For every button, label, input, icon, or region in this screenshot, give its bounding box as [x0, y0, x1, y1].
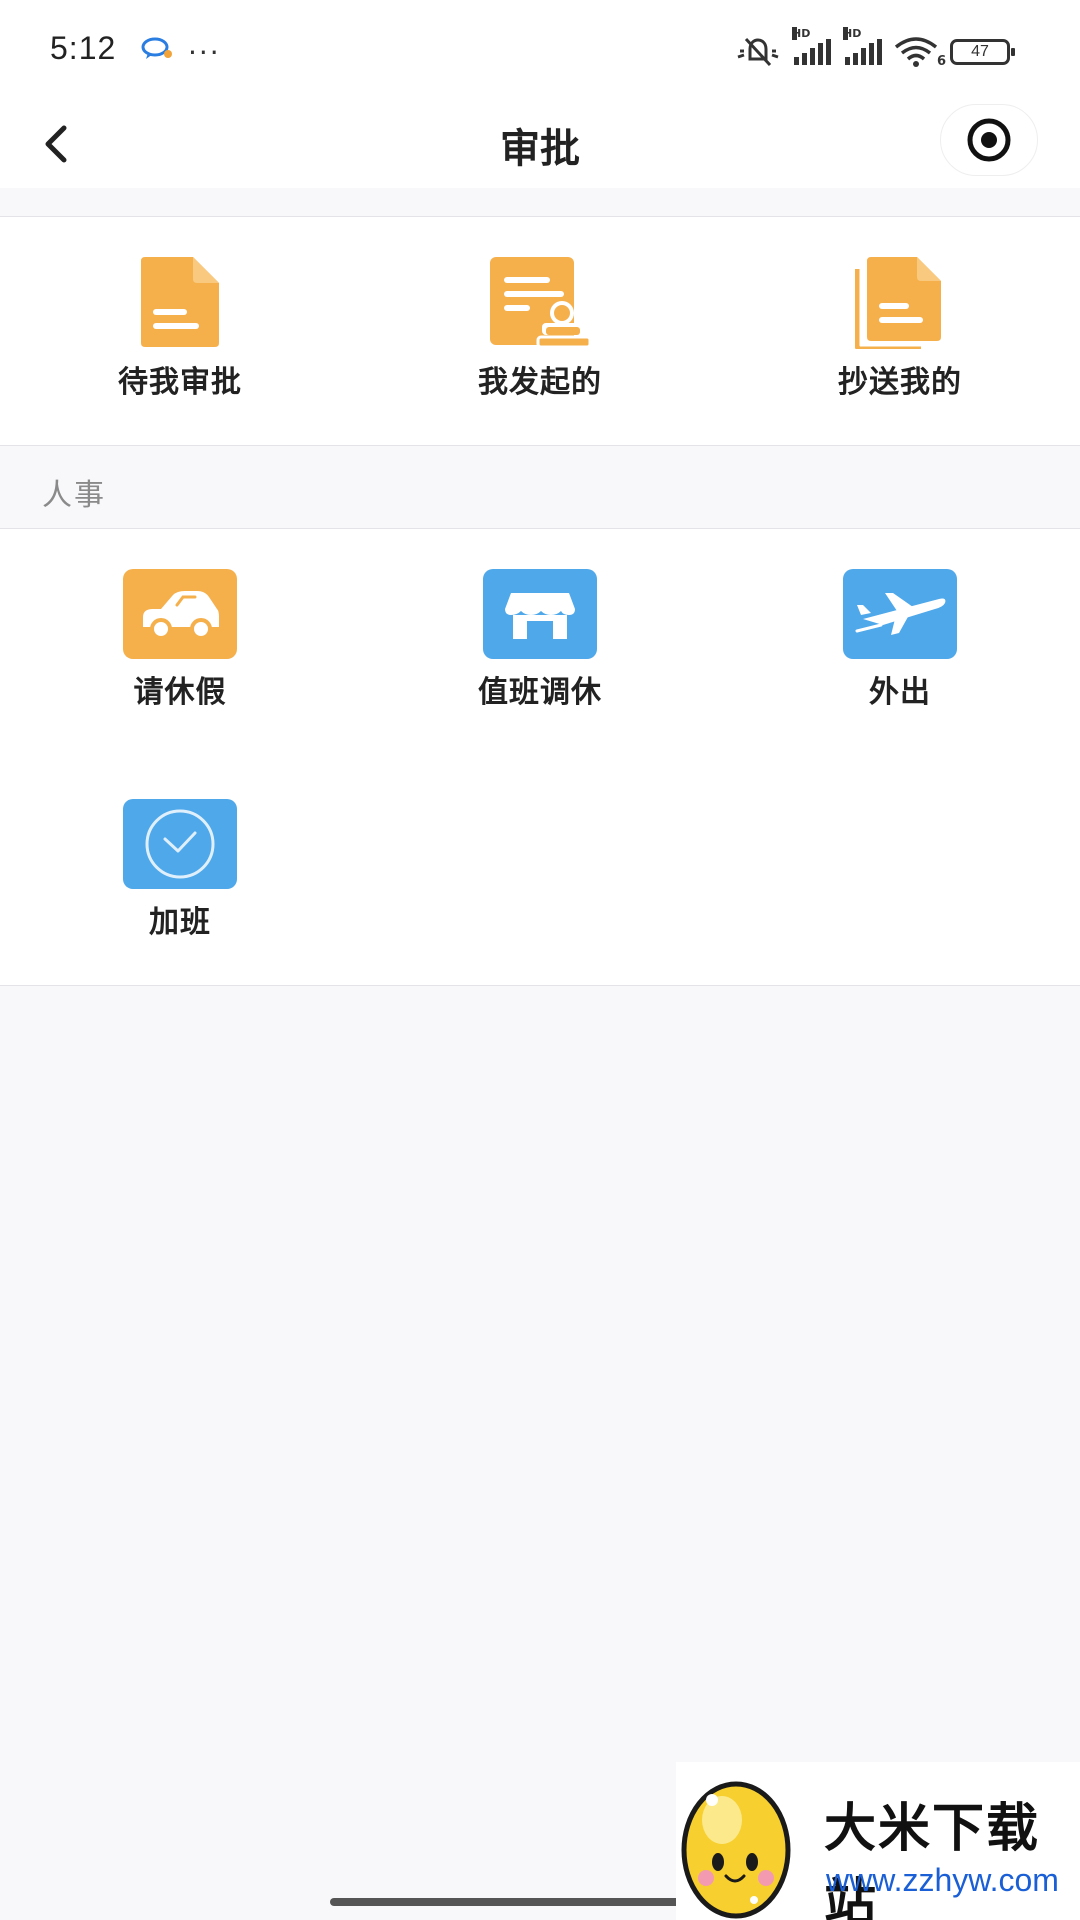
hr-apps-card: 请休假 值班调休 外出 加班 [0, 528, 1080, 986]
app-outing[interactable]: 外出 [780, 569, 1020, 711]
target-icon [967, 118, 1011, 162]
clock-icon [123, 799, 237, 889]
signal-icon-2: HD [843, 27, 882, 65]
status-icons: HD HD 6 47 [736, 27, 1015, 72]
document-icon [135, 257, 225, 349]
hd-label-1: HD [792, 27, 811, 40]
app-label: 值班调休 [478, 675, 602, 710]
signal-icon-1: HD [792, 27, 831, 65]
hd-label-2: HD [843, 27, 862, 40]
page-title: 审批 [500, 126, 580, 172]
document-stamp-icon [488, 257, 592, 349]
quick-actions-card: 待我审批 我发起的 抄送我的 [0, 216, 1080, 446]
app-overtime[interactable]: 加班 [60, 799, 300, 941]
airplane-icon [843, 569, 957, 659]
app-label: 请休假 [133, 675, 227, 710]
app-leave[interactable]: 请休假 [60, 569, 300, 711]
nav-bar: 审批 [0, 100, 1080, 188]
wifi-icon: 6 [894, 37, 946, 69]
status-bar: 5:12 ··· HD HD 6 47 [0, 0, 1080, 100]
mute-icon [737, 37, 779, 67]
wifi-badge: 6 [936, 54, 946, 69]
egg-mascot-icon [678, 1770, 798, 1920]
quick-action-label: 我发起的 [478, 365, 602, 400]
quick-action-label: 待我审批 [118, 365, 242, 400]
quick-action-pending[interactable]: 待我审批 [60, 257, 300, 401]
watermark-name: 大米下载站 [824, 1799, 1041, 1920]
documents-copy-icon [854, 257, 945, 352]
quick-action-initiated[interactable]: 我发起的 [420, 257, 660, 401]
app-label: 加班 [149, 905, 211, 940]
battery-level: 47 [971, 43, 989, 60]
status-more: ··· [188, 36, 221, 69]
app-duty-swap[interactable]: 值班调休 [420, 569, 660, 711]
watermark-url: www.zzhyw.com [826, 1862, 1059, 1898]
car-icon [123, 569, 237, 659]
chat-bubble-icon [140, 36, 174, 66]
quick-action-cc[interactable]: 抄送我的 [780, 257, 1020, 401]
status-time: 5:12 [50, 30, 117, 66]
watermark: 大米下载站 www.zzhyw.com [676, 1762, 1080, 1920]
capsule-menu-button[interactable] [940, 104, 1038, 176]
quick-action-label: 抄送我的 [838, 365, 962, 400]
section-title-hr: 人事 [42, 478, 106, 513]
storefront-icon [483, 569, 597, 659]
screen: 5:12 ··· HD HD 6 47 审批 待我审批 我发起的 抄送我的 人事… [0, 0, 1080, 1920]
app-label: 外出 [869, 675, 931, 710]
battery-indicator: 47 [950, 39, 1015, 65]
